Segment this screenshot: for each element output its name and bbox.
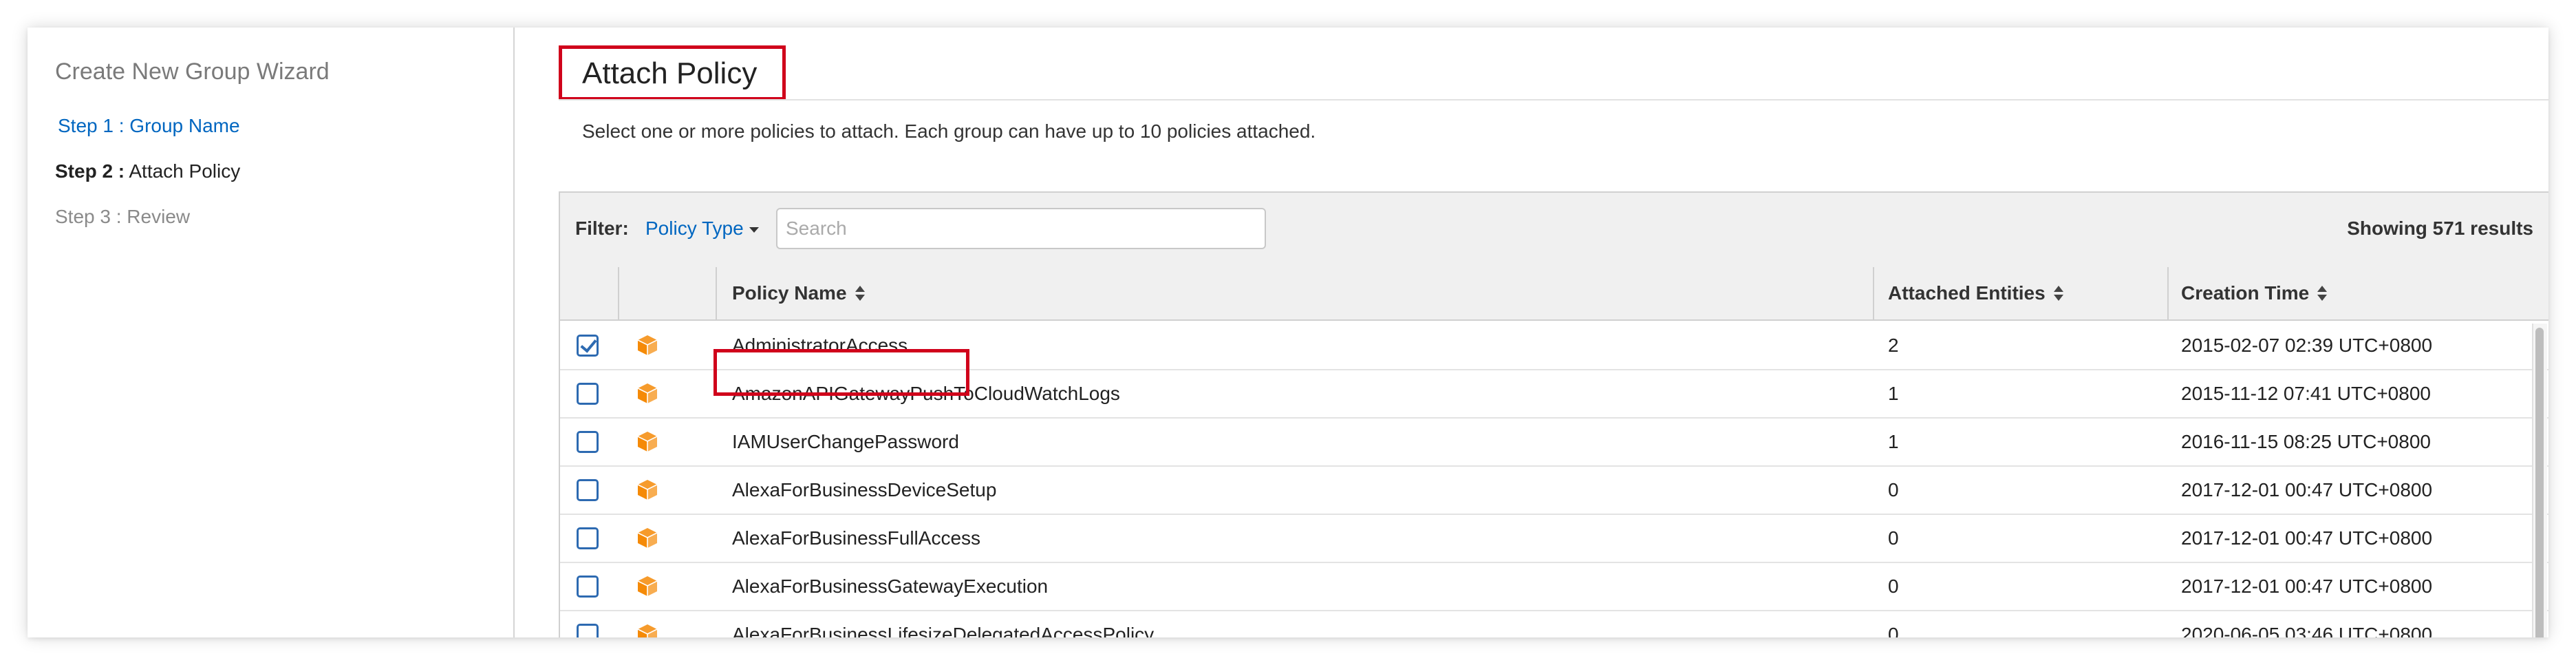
policy-name-cell[interactable]: AmazonAPIGatewayPushToCloudWatchLogs — [732, 383, 1120, 405]
attached-entities-cell: 0 — [1888, 576, 1899, 597]
table-header: Policy Name Attached Entities Creation T… — [560, 267, 2548, 321]
policy-cube-icon — [637, 528, 658, 548]
step-2-current: Step 2 : Attach Policy — [55, 160, 240, 182]
attached-entities-cell: 0 — [1888, 479, 1899, 500]
step-2-prefix: Step 2 : — [55, 160, 125, 182]
row-checkbox[interactable] — [577, 624, 599, 637]
title-divider — [559, 99, 2548, 101]
creation-time-cell: 2017-12-01 00:47 UTC+0800 — [2181, 479, 2433, 500]
policy-name-cell[interactable]: AlexaForBusinessFullAccess — [732, 527, 980, 549]
sort-icon — [855, 285, 865, 302]
policy-cube-icon — [637, 383, 658, 403]
table-row[interactable]: AlexaForBusinessFullAccess 0 2017-12-01 00… — [560, 514, 2548, 563]
policy-cube-icon — [637, 624, 658, 637]
step-2-label: Attach Policy — [125, 160, 241, 182]
table-row[interactable]: AlexaForBusinessDeviceSetup 0 2017-12-01 0… — [560, 465, 2548, 515]
row-checkbox[interactable] — [577, 431, 599, 453]
creation-time-cell: 2017-12-01 00:47 UTC+0800 — [2181, 576, 2433, 597]
column-divider — [618, 267, 619, 319]
table-row[interactable]: IAMUserChangePassword 1 2016-11-15 08:25 U… — [560, 417, 2548, 467]
column-header-label: Policy Name — [732, 282, 847, 304]
column-divider — [1873, 267, 1874, 319]
attached-entities-cell: 1 — [1888, 383, 1899, 404]
step-3-label: Step 3 : Review — [55, 206, 191, 227]
policy-cube-icon — [637, 432, 658, 452]
column-divider — [2167, 267, 2169, 319]
scrollbar-thumb[interactable] — [2535, 328, 2544, 637]
table-row[interactable]: AlexaForBusinessGatewayExecution 0 2017-12… — [560, 562, 2548, 611]
row-checkbox[interactable] — [577, 335, 599, 357]
policy-cube-icon — [637, 480, 658, 500]
creation-time-cell: 2016-11-15 08:25 UTC+0800 — [2181, 431, 2431, 452]
page-description: Select one or more policies to attach. E… — [582, 120, 1316, 142]
row-checkbox[interactable] — [577, 479, 599, 501]
row-checkbox[interactable] — [577, 383, 599, 405]
table-row[interactable]: AlexaForBusinessLifesizeDelegatedAccessP… — [560, 610, 2548, 637]
sort-icon — [2053, 285, 2063, 302]
wizard-sidebar: Create New Group Wizard Step 1 : Group N… — [28, 28, 515, 637]
filter-label: Filter: — [575, 218, 629, 239]
policy-name-cell[interactable]: AlexaForBusinessLifesizeDelegatedAccessP… — [732, 624, 1154, 637]
results-count: Showing 571 results — [2347, 218, 2533, 239]
column-divider — [716, 267, 717, 319]
attached-entities-cell: 2 — [1888, 335, 1899, 356]
creation-time-cell: 2020-06-05 03:46 UTC+0800 — [2181, 624, 2433, 637]
wizard-title: Create New Group Wizard — [55, 59, 330, 85]
policy-type-label: Policy Type — [645, 218, 744, 239]
policy-type-dropdown[interactable]: Policy Type — [645, 218, 759, 240]
column-header-policy-name[interactable]: Policy Name — [732, 282, 865, 304]
attached-entities-cell: 1 — [1888, 431, 1899, 452]
column-header-creation-time[interactable]: Creation Time — [2181, 282, 2328, 304]
policy-name-cell[interactable]: AdministratorAccess — [732, 335, 908, 357]
attached-entities-cell: 0 — [1888, 527, 1899, 549]
policy-name-cell[interactable]: IAMUserChangePassword — [732, 431, 959, 453]
policy-table: Filter: Policy Type Showing 571 results … — [559, 191, 2548, 637]
policy-name-cell[interactable]: AlexaForBusinessGatewayExecution — [732, 576, 1048, 598]
column-header-attached-entities[interactable]: Attached Entities — [1888, 282, 2063, 304]
sort-icon — [2317, 285, 2328, 302]
policy-name-cell[interactable]: AlexaForBusinessDeviceSetup — [732, 479, 996, 501]
creation-time-cell: 2015-11-12 07:41 UTC+0800 — [2181, 383, 2431, 404]
row-checkbox[interactable] — [577, 527, 599, 549]
page-title: Attach Policy — [582, 56, 758, 90]
table-row[interactable]: AdministratorAccess 2 2015-02-07 02:39 UTC… — [560, 321, 2548, 370]
step-1-link[interactable]: Step 1 : Group Name — [58, 115, 240, 137]
creation-time-cell: 2017-12-01 00:47 UTC+0800 — [2181, 527, 2433, 549]
table-body: AdministratorAccess 2 2015-02-07 02:39 UTC… — [560, 321, 2548, 637]
column-header-label: Creation Time — [2181, 282, 2310, 304]
policy-cube-icon — [637, 335, 658, 355]
column-header-label: Attached Entities — [1888, 282, 2046, 304]
wizard-card: Create New Group Wizard Step 1 : Group N… — [28, 28, 2548, 637]
caret-down-icon — [749, 226, 759, 233]
search-input[interactable] — [776, 208, 1266, 249]
row-checkbox[interactable] — [577, 576, 599, 598]
attached-entities-cell: 0 — [1888, 624, 1899, 637]
main-panel: Attach Policy Select one or more policie… — [515, 28, 2548, 637]
table-row[interactable]: AmazonAPIGatewayPushToCloudWatchLogs 1 201… — [560, 369, 2548, 419]
policy-cube-icon — [637, 576, 658, 596]
filter-bar: Filter: Policy Type Showing 571 results — [560, 193, 2548, 268]
creation-time-cell: 2015-02-07 02:39 UTC+0800 — [2181, 335, 2433, 356]
